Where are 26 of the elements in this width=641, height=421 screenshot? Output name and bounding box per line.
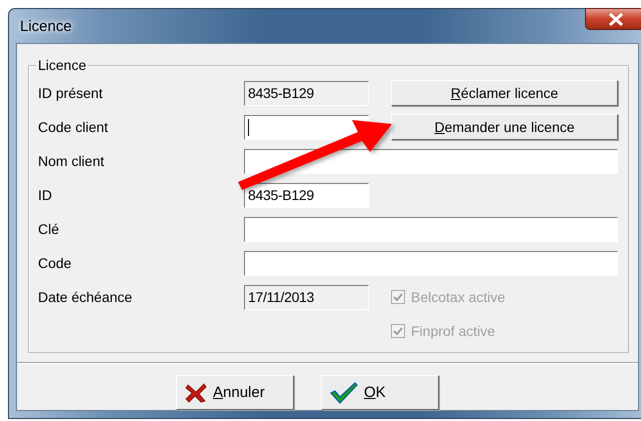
text-field[interactable]: 8435-B129 <box>244 80 369 106</box>
dialog-button[interactable]: Annuler <box>176 375 294 410</box>
text-field[interactable] <box>244 114 369 140</box>
dialog-button[interactable]: OK <box>321 375 439 410</box>
checkbox-label: Finprof active <box>411 323 496 339</box>
action-button[interactable]: Réclamer licence <box>391 80 618 106</box>
field-label: Date échéance <box>38 289 134 305</box>
action-button[interactable]: Demander une licence <box>391 114 618 140</box>
field-label: Nom client <box>38 153 106 169</box>
text-field[interactable] <box>244 216 618 242</box>
field-label: ID présent <box>38 85 104 101</box>
close-button[interactable] <box>585 8 641 30</box>
field-label: Code <box>38 255 72 271</box>
close-icon <box>608 12 624 26</box>
text-field[interactable] <box>244 148 618 174</box>
window-title: Licence <box>19 18 72 34</box>
text-field[interactable]: 17/11/2013 <box>244 284 369 310</box>
checkbox-label: Belcotax active <box>411 289 506 305</box>
checkmark-icon <box>330 382 358 404</box>
group-title: Licence <box>36 57 88 73</box>
field-label: ID <box>38 187 53 203</box>
field-label: Clé <box>38 221 60 237</box>
field-label: Code client <box>38 119 110 135</box>
cross-icon <box>185 382 207 402</box>
text-field[interactable]: 8435-B129 <box>244 182 369 208</box>
text-field[interactable] <box>244 250 618 276</box>
